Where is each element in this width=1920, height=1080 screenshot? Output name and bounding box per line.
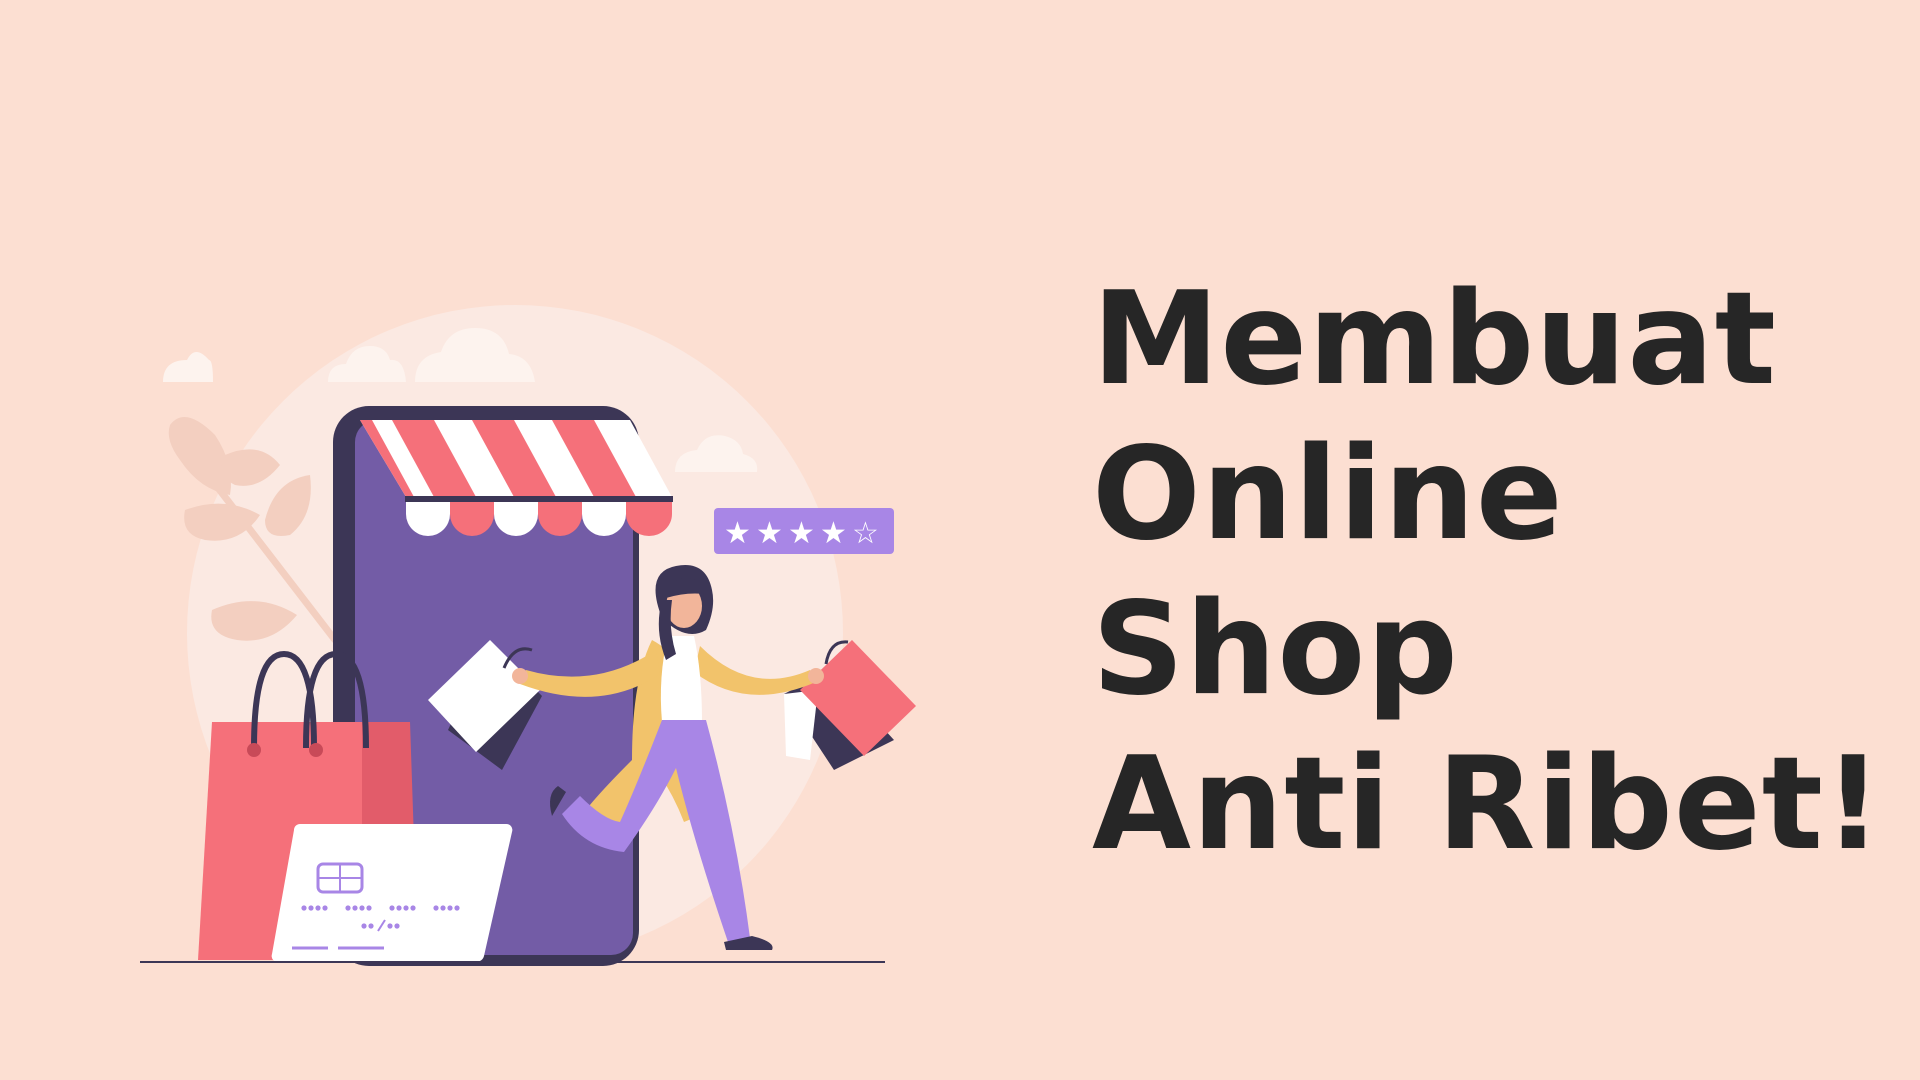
headline: Membuat Online Shop Anti Ribet! xyxy=(1092,262,1884,882)
credit-card-icon xyxy=(271,823,513,963)
headline-line-2: Online xyxy=(1092,420,1564,569)
banner: ★ ★ ★ ★ ☆ Membuat Online Shop Anti Ribet… xyxy=(0,0,1920,1080)
svg-text:★: ★ xyxy=(756,516,783,551)
svg-text:★: ★ xyxy=(788,516,815,551)
svg-text:★: ★ xyxy=(820,516,847,551)
headline-line-3: Shop xyxy=(1092,575,1459,724)
star-rating-icon: ★ ★ ★ ★ ☆ xyxy=(714,508,894,554)
svg-text:☆: ☆ xyxy=(852,516,879,551)
svg-text:★: ★ xyxy=(724,516,751,551)
headline-line-4: Anti Ribet! xyxy=(1092,730,1884,879)
headline-line-1: Membuat xyxy=(1092,265,1777,414)
